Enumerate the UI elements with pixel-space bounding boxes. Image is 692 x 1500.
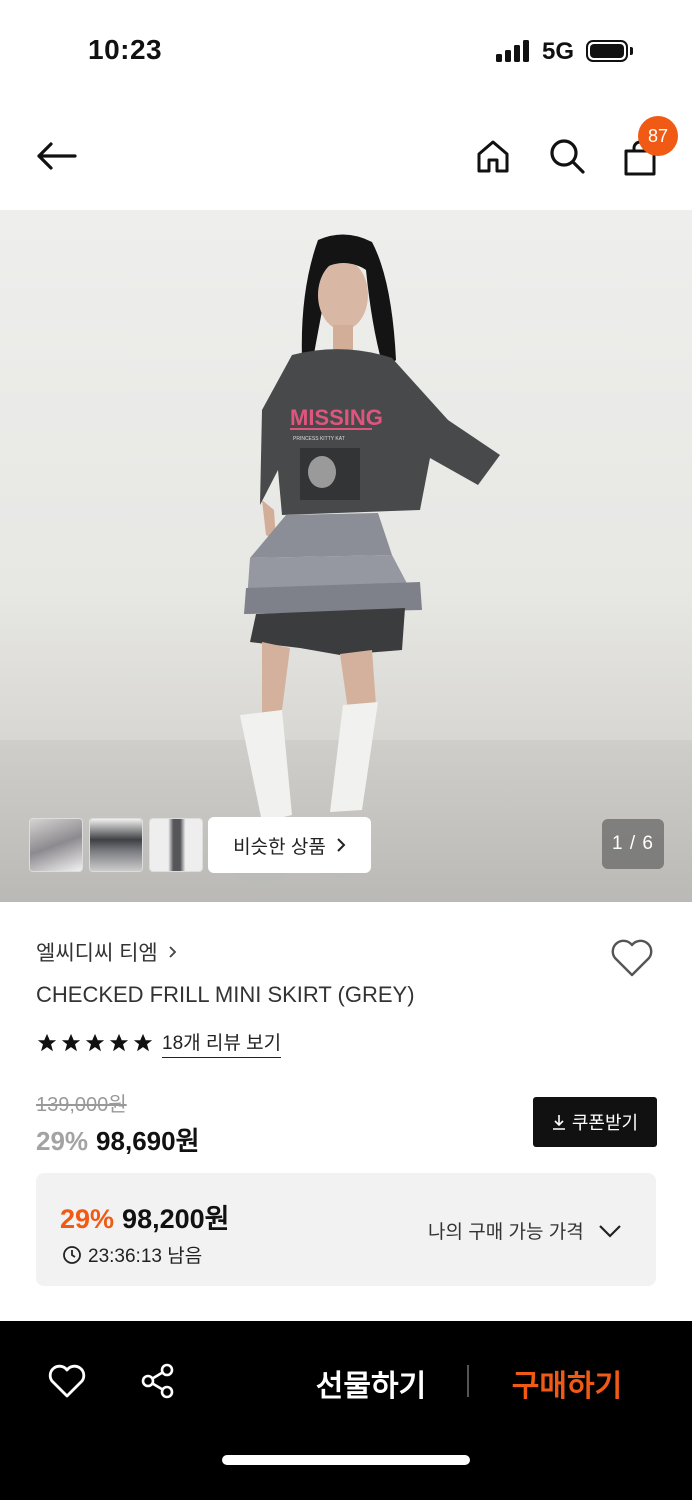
star-icon bbox=[109, 1033, 129, 1052]
rating-stars bbox=[36, 1032, 154, 1054]
sale-price-row: 29% 98,690원 bbox=[36, 1121, 200, 1158]
product-name: CHECKED FRILL MINI SKIRT (GREY) bbox=[36, 982, 415, 1007]
clock-icon bbox=[63, 1245, 81, 1264]
original-price: 139,000원 bbox=[36, 1094, 127, 1116]
svg-text:PRINCESS KITTY KAT: PRINCESS KITTY KAT bbox=[293, 436, 345, 442]
home-button[interactable] bbox=[467, 130, 519, 182]
similar-products-label: 비슷한 상품 bbox=[233, 836, 326, 858]
bottom-wishlist-button[interactable] bbox=[45, 1359, 89, 1403]
countdown-timer: 23:36:13 남음 bbox=[62, 1241, 202, 1268]
status-bar: 10:23 5G bbox=[0, 0, 692, 100]
review-link[interactable]: 18개 리뷰 보기 bbox=[162, 1028, 282, 1058]
my-discount-percent: 29% bbox=[60, 1204, 115, 1234]
buy-button[interactable]: 구매하기 bbox=[494, 1361, 640, 1405]
chevron-right-icon bbox=[169, 946, 177, 958]
brand-name: 엘씨디씨 티엠 bbox=[36, 942, 158, 965]
sale-price: 98,690원 bbox=[96, 1126, 200, 1156]
product-photo: MISSING PRINCESS KITTY KAT bbox=[234, 234, 500, 882]
brand-link[interactable]: 엘씨디씨 티엠 bbox=[36, 937, 177, 967]
star-icon bbox=[61, 1033, 81, 1052]
coupon-label: 쿠폰받기 bbox=[571, 1113, 639, 1133]
battery-icon bbox=[586, 40, 628, 62]
star-icon bbox=[85, 1033, 105, 1052]
search-icon bbox=[550, 139, 585, 174]
my-price-amount: 98,200원 bbox=[122, 1204, 230, 1234]
thumbnail-3[interactable] bbox=[149, 818, 203, 872]
status-time: 10:23 bbox=[88, 34, 163, 65]
discount-percent: 29% bbox=[36, 1126, 89, 1156]
chevron-down-icon bbox=[598, 1224, 621, 1238]
share-icon bbox=[141, 1363, 174, 1399]
thumbnail-2[interactable] bbox=[89, 818, 143, 872]
star-icon bbox=[133, 1033, 153, 1052]
bottom-action-bar: 선물하기 구매하기 bbox=[0, 1321, 692, 1500]
similar-products-button[interactable]: 비슷한 상품 bbox=[208, 817, 371, 873]
my-price-panel[interactable]: 29% 98,200원 23:36:13 남음 나의 구매 가능 가격 bbox=[36, 1173, 656, 1286]
rating-row: 18개 리뷰 보기 bbox=[36, 1028, 282, 1058]
divider bbox=[467, 1365, 469, 1397]
search-button[interactable] bbox=[541, 130, 593, 182]
top-nav bbox=[0, 100, 692, 210]
heart-icon bbox=[611, 939, 653, 977]
download-icon bbox=[552, 1115, 565, 1130]
heart-icon bbox=[48, 1364, 86, 1398]
share-button[interactable] bbox=[136, 1359, 180, 1403]
signal-icon bbox=[496, 40, 532, 62]
arrow-left-icon bbox=[37, 142, 77, 170]
chevron-right-icon bbox=[337, 838, 346, 852]
home-icon bbox=[477, 140, 509, 173]
page-counter: 1 / 6 bbox=[602, 819, 664, 869]
coupon-button[interactable]: 쿠폰받기 bbox=[533, 1097, 657, 1147]
my-price-label: 나의 구매 가능 가격 bbox=[428, 1222, 584, 1243]
back-button[interactable] bbox=[30, 130, 82, 182]
svg-text:MISSING: MISSING bbox=[290, 405, 383, 430]
my-price-toggle[interactable]: 나의 구매 가능 가격 bbox=[428, 1217, 622, 1244]
countdown-text: 23:36:13 남음 bbox=[88, 1246, 203, 1267]
thumbnail-1[interactable] bbox=[29, 818, 83, 872]
home-indicator bbox=[222, 1455, 470, 1465]
star-icon bbox=[37, 1033, 57, 1052]
network-label: 5G bbox=[542, 38, 575, 65]
cart-count-badge: 87 bbox=[638, 116, 678, 156]
wishlist-button[interactable] bbox=[608, 934, 656, 982]
gift-button[interactable]: 선물하기 bbox=[298, 1361, 444, 1405]
product-image-gallery[interactable]: MISSING PRINCESS KITTY KAT 비슷한 상품 1 / 6 bbox=[0, 210, 692, 902]
